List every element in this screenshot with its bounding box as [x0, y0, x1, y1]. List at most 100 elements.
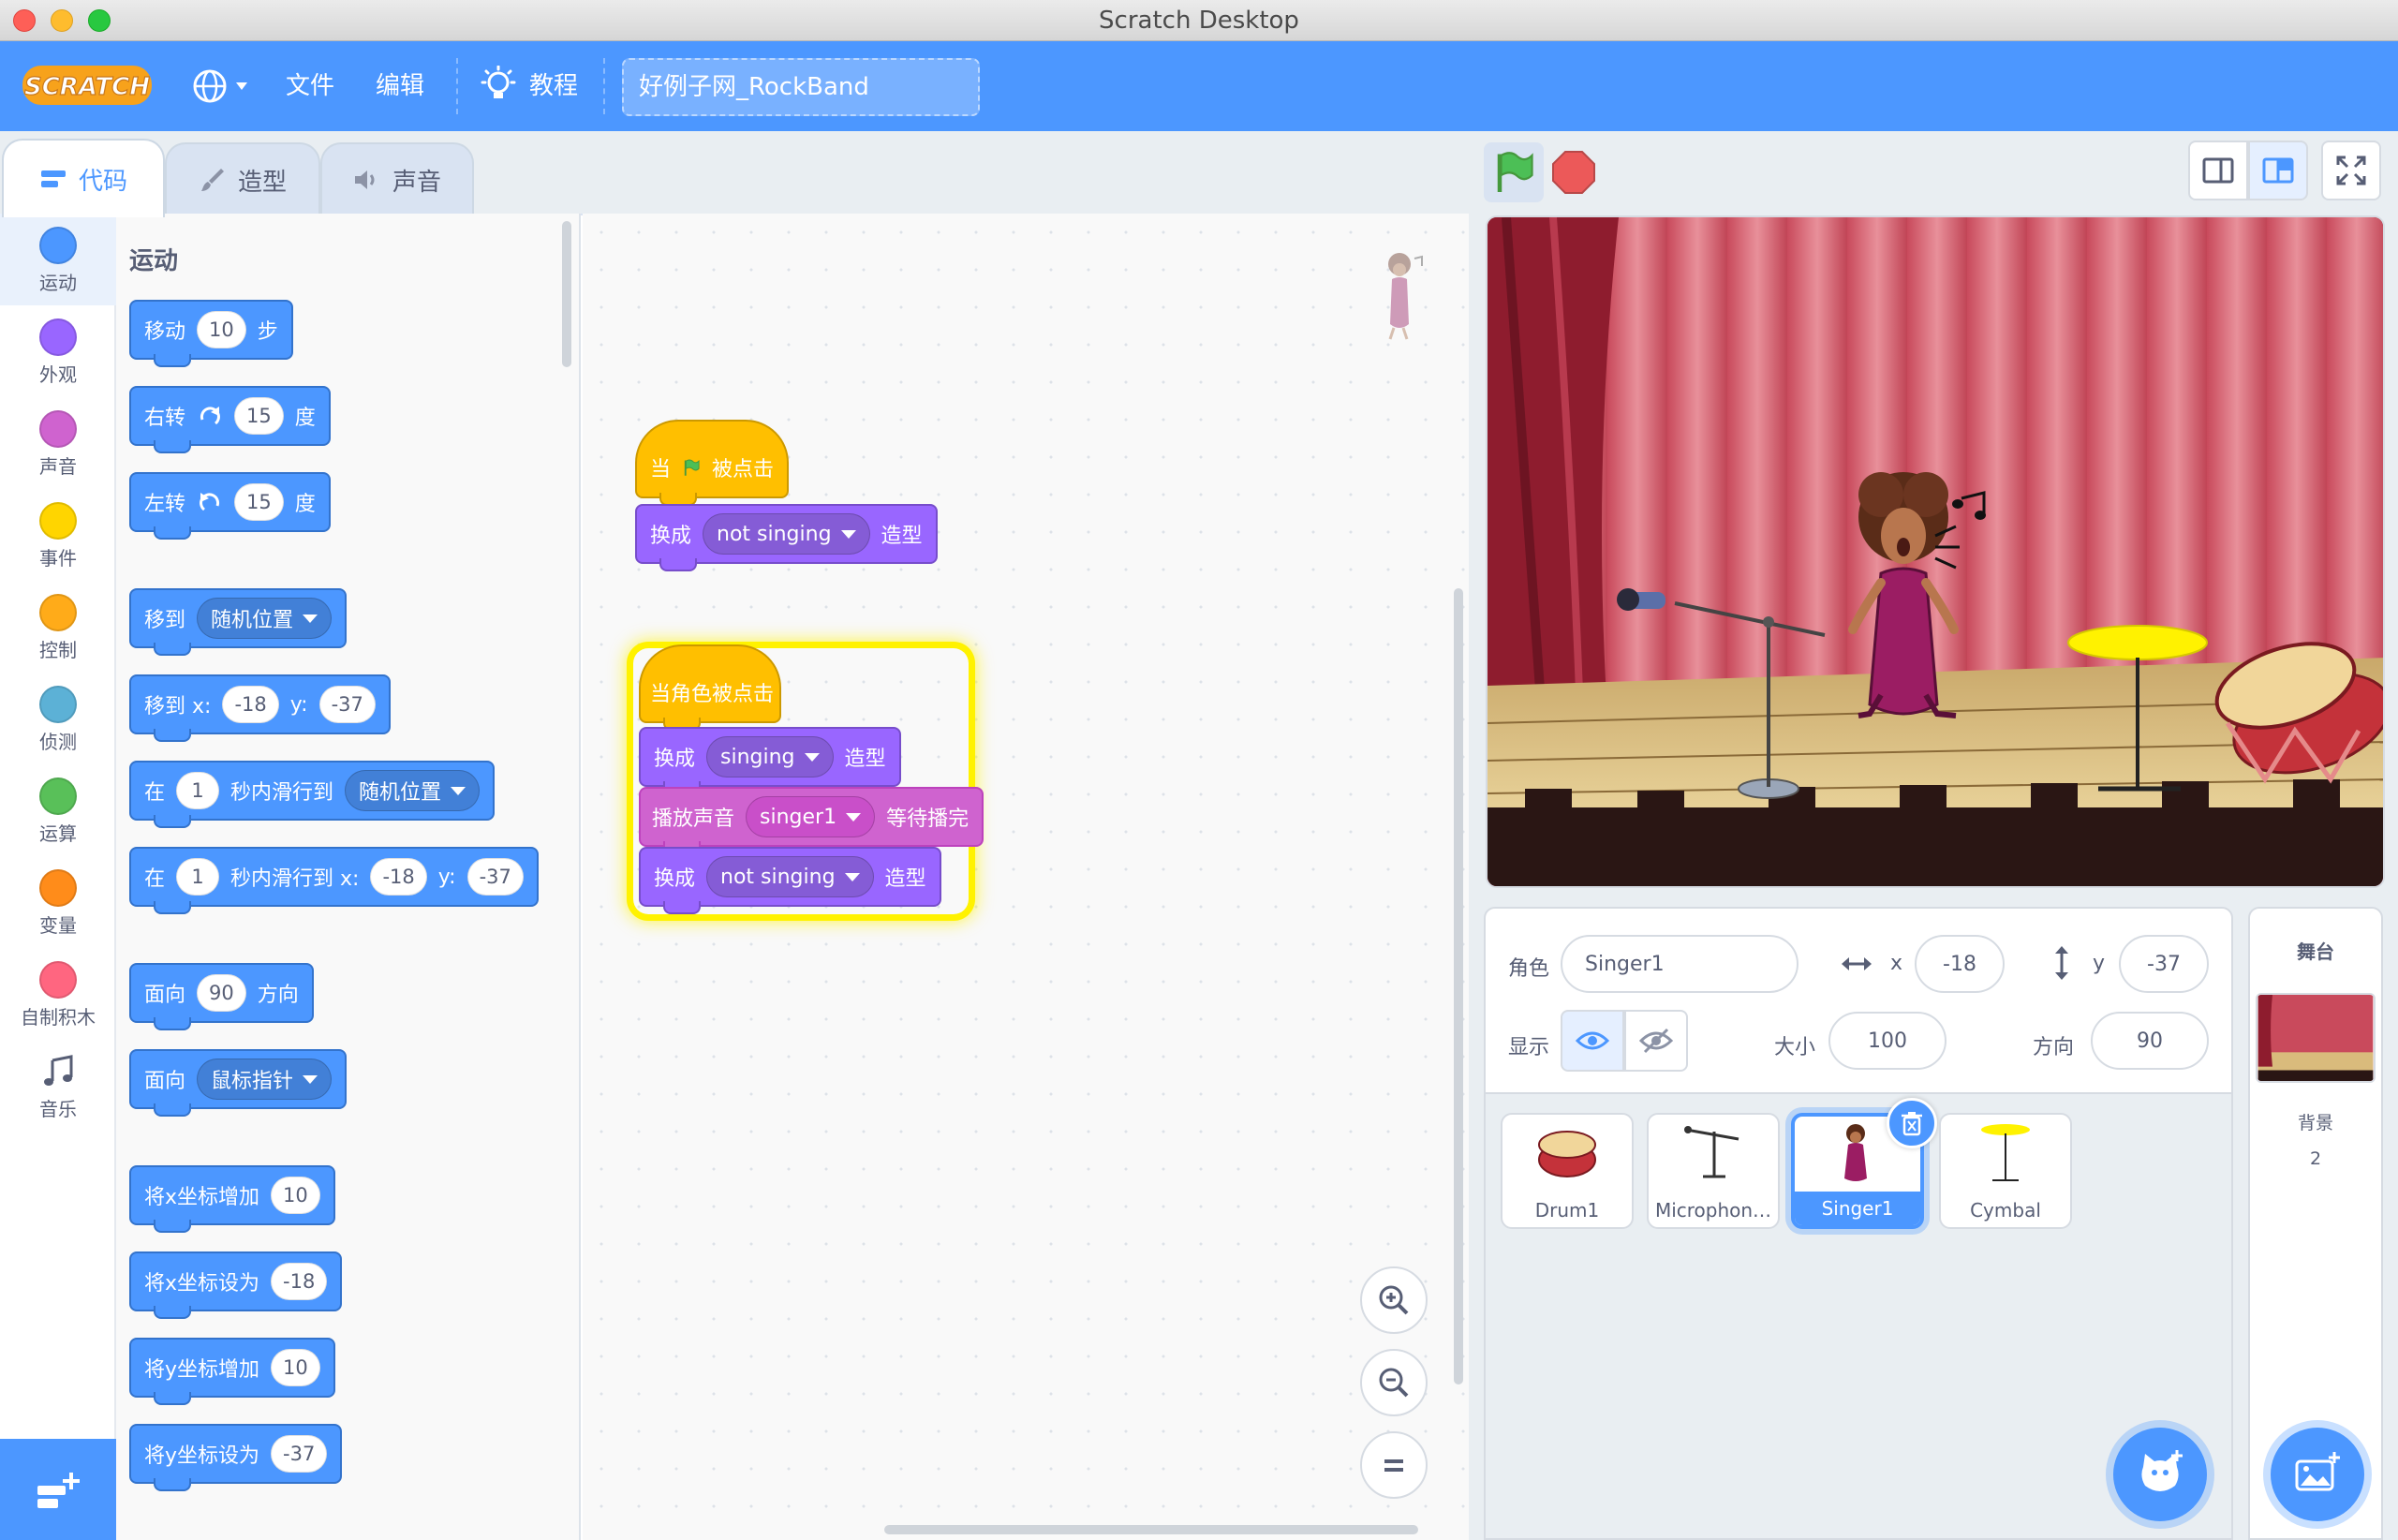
zoom-out-button[interactable]: [1360, 1349, 1428, 1416]
green-flag-button[interactable]: [1484, 142, 1544, 202]
rotate-left-icon: [200, 493, 220, 511]
block-change-x[interactable]: 将x坐标增加 10: [129, 1165, 335, 1233]
block-goto-xy[interactable]: 移到 x: -18 y: -37: [129, 674, 391, 742]
block-switch-costume[interactable]: 换成 not singing 造型: [639, 847, 941, 914]
block-goto[interactable]: 移到 随机位置: [129, 588, 348, 656]
block-turn-left[interactable]: 左转 15 度: [129, 472, 331, 540]
project-title-input[interactable]: 好例子网_RockBand: [622, 58, 980, 116]
block-glide-xy[interactable]: 在 1 秒内滑行到 x: -18 y: -37: [129, 847, 539, 914]
menu-tutorials[interactable]: 教程: [529, 41, 578, 131]
tab-sounds[interactable]: 声音: [320, 142, 474, 215]
delete-sprite-button[interactable]: [1887, 1098, 1937, 1148]
block-dropdown[interactable]: 鼠标指针: [197, 1059, 333, 1100]
choose-backdrop-button[interactable]: [2271, 1428, 2364, 1521]
block-input[interactable]: 1: [176, 772, 220, 809]
music-notes-icon: [44, 1055, 73, 1086]
x-input[interactable]: -18: [1915, 935, 2005, 993]
block-input[interactable]: 10: [197, 311, 246, 348]
block-text: 换成: [654, 748, 696, 771]
block-turn-right[interactable]: 右转 15 度: [129, 386, 331, 453]
zoom-in-icon: [1379, 1285, 1409, 1315]
y-input[interactable]: -37: [2119, 935, 2209, 993]
zoom-in-button[interactable]: [1360, 1266, 1428, 1334]
tab-code[interactable]: 代码: [2, 139, 165, 217]
sprite-tile-microphone[interactable]: Microphon…: [1647, 1113, 1780, 1229]
block-text: y:: [437, 865, 456, 889]
backdrop-thumbnail[interactable]: [2256, 993, 2376, 1083]
sprite-name-input[interactable]: Singer1: [1561, 935, 1798, 993]
block-glide-to[interactable]: 在 1 秒内滑行到 随机位置: [129, 761, 496, 828]
hide-sprite-button[interactable]: [1624, 1010, 1688, 1072]
block-dropdown[interactable]: not singing: [703, 513, 870, 555]
menu-file[interactable]: 文件: [286, 41, 334, 131]
language-globe-icon[interactable]: [187, 64, 255, 109]
sprite-tile-cymbal[interactable]: Cymbal: [1939, 1113, 2072, 1229]
palette-scrollbar[interactable]: [562, 221, 571, 367]
block-input[interactable]: -18: [222, 686, 279, 723]
block-input[interactable]: 10: [271, 1177, 320, 1214]
category-sensing[interactable]: 侦测: [0, 673, 116, 764]
category-sound[interactable]: 声音: [0, 397, 116, 489]
lightbulb-icon[interactable]: [478, 66, 519, 107]
size-input[interactable]: 100: [1828, 1012, 1947, 1070]
block-play-sound-until-done[interactable]: 播放声音 singer1 等待播完: [639, 787, 984, 854]
block-text: 造型: [884, 867, 926, 891]
block-input[interactable]: -37: [466, 858, 524, 896]
add-sprite-cat-icon: [2141, 1450, 2183, 1491]
block-input[interactable]: -37: [271, 1435, 328, 1473]
block-input[interactable]: -18: [271, 1263, 328, 1300]
block-point-direction[interactable]: 面向 90 方向: [129, 963, 314, 1030]
block-set-y[interactable]: 将y坐标设为 -37: [129, 1424, 343, 1491]
menu-edit[interactable]: 编辑: [376, 41, 424, 131]
normal-stage-button[interactable]: [2248, 141, 2308, 200]
category-my-blocks[interactable]: 自制积木: [0, 948, 116, 1040]
tab-sounds-label: 声音: [392, 168, 441, 197]
fullscreen-button[interactable]: [2321, 141, 2381, 200]
sprite-tile-drum1[interactable]: Drum1: [1501, 1113, 1634, 1229]
block-input[interactable]: 1: [176, 858, 220, 896]
add-extension-button[interactable]: [0, 1439, 116, 1540]
category-events[interactable]: 事件: [0, 489, 116, 581]
block-change-y[interactable]: 将y坐标增加 10: [129, 1338, 335, 1405]
show-sprite-button[interactable]: [1561, 1010, 1624, 1072]
scratch-logo[interactable]: SCRATCH: [21, 62, 154, 109]
category-variables[interactable]: 变量: [0, 856, 116, 948]
stop-button[interactable]: [1551, 150, 1596, 195]
choose-sprite-button[interactable]: [2113, 1428, 2207, 1521]
category-motion[interactable]: 运动: [0, 214, 116, 305]
block-input[interactable]: 90: [197, 974, 246, 1012]
workspace-vertical-scrollbar[interactable]: [1454, 588, 1463, 1385]
block-set-x[interactable]: 将x坐标设为 -18: [129, 1251, 343, 1319]
speaker-icon: [354, 170, 375, 189]
stage-canvas[interactable]: [1486, 215, 2385, 888]
workspace-horizontal-scrollbar[interactable]: [884, 1525, 1418, 1534]
category-looks[interactable]: 外观: [0, 305, 116, 397]
block-switch-costume[interactable]: 换成 singing 造型: [639, 727, 901, 794]
block-point-towards[interactable]: 面向 鼠标指针: [129, 1049, 348, 1117]
block-text: 左转: [144, 493, 186, 516]
category-operators[interactable]: 运算: [0, 764, 116, 856]
block-input[interactable]: 10: [271, 1349, 320, 1386]
block-switch-costume[interactable]: 换成 not singing 造型: [635, 504, 938, 571]
zoom-reset-button[interactable]: [1360, 1431, 1428, 1499]
add-backdrop-icon: [2295, 1452, 2340, 1491]
tab-costumes[interactable]: 造型: [165, 142, 320, 215]
block-dropdown[interactable]: singing: [706, 736, 834, 777]
category-control[interactable]: 控制: [0, 581, 116, 673]
block-dropdown[interactable]: 随机位置: [197, 598, 333, 639]
block-dropdown[interactable]: singer1: [746, 796, 876, 837]
block-when-sprite-clicked[interactable]: 当角色被点击: [639, 644, 781, 731]
block-input[interactable]: -18: [370, 858, 427, 896]
block-dropdown[interactable]: 随机位置: [345, 770, 481, 811]
category-music[interactable]: 音乐: [0, 1040, 116, 1132]
small-stage-button[interactable]: [2188, 141, 2248, 200]
category-label: 侦测: [39, 731, 77, 753]
block-dropdown[interactable]: not singing: [706, 856, 874, 897]
block-input[interactable]: 15: [234, 483, 284, 521]
block-input[interactable]: 15: [234, 397, 284, 435]
block-input[interactable]: -37: [318, 686, 376, 723]
sprite-tile-name: Drum1: [1534, 1199, 1600, 1222]
block-move-steps[interactable]: 移动 10 步: [129, 300, 293, 367]
direction-input[interactable]: 90: [2091, 1012, 2209, 1070]
block-when-flag-clicked[interactable]: 当 被点击: [635, 420, 789, 506]
